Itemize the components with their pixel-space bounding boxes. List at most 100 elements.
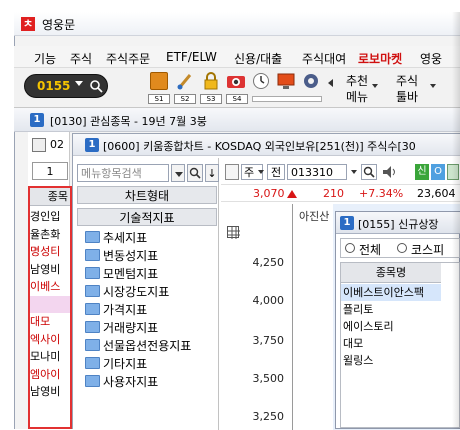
slot-label-s2[interactable]: S2 [174, 94, 196, 104]
slot-label-s4[interactable]: S4 [226, 94, 248, 104]
slot-track [252, 96, 322, 102]
trade-volume: 23,604 [417, 187, 456, 200]
menu-credit-loan[interactable]: 신용/대출 [234, 50, 282, 67]
camera-icon[interactable] [226, 72, 246, 90]
radio-kospi[interactable] [397, 243, 407, 253]
search-icon[interactable] [187, 164, 203, 182]
y-label-3750: 3,750 [252, 334, 285, 347]
chevron-down-icon[interactable] [75, 81, 83, 86]
menu-hero[interactable]: 영웅 [420, 50, 442, 67]
stock-toolbar-line1: 주식 [396, 74, 419, 88]
lock-icon[interactable] [202, 72, 220, 90]
tree-item-label: 변동성지표 [103, 249, 159, 263]
chevron-down-icon[interactable] [351, 170, 357, 174]
search-icon[interactable] [89, 79, 103, 93]
popup-row[interactable]: 대모 [341, 335, 441, 352]
popup-table: 종목명 이베스트이안스팩 플리토 에이스토리 대모 윌링스 [340, 262, 460, 428]
chevron-left-icon[interactable] [328, 79, 333, 87]
search-dropdown-button[interactable] [171, 164, 185, 182]
tree-item[interactable]: 추세지표 [77, 228, 217, 246]
watchlist-row[interactable]: 남영비 [30, 261, 70, 278]
folder-icon [85, 267, 100, 279]
stock-code-input[interactable]: 013310 [287, 164, 347, 180]
monitor-icon[interactable] [276, 72, 296, 90]
watchlist-row[interactable]: 엠아이 [30, 366, 70, 383]
tree-item[interactable]: 시장강도지표 [77, 282, 217, 300]
toolbar: 0155 S1 S2 S3 S4 추천 메뉴 주식 툴바 [14, 68, 460, 108]
tree-item[interactable]: 모멘텀지표 [77, 264, 217, 282]
menu-robo-market[interactable]: 로보마켓 [358, 50, 402, 67]
brush-icon[interactable] [176, 72, 194, 90]
popup-row[interactable]: 윌링스 [341, 352, 441, 369]
popup-row[interactable]: 이베스트이안스팩 [341, 284, 441, 301]
watchlist-group-number[interactable]: 1 [32, 162, 68, 180]
menu-function[interactable]: 기능 [34, 50, 56, 67]
radio-all-label: 전체 [359, 243, 382, 257]
popup-row[interactable]: 에이스토리 [341, 318, 441, 335]
menu-stock-order[interactable]: 주식주문 [106, 50, 150, 67]
stock-toolbar-button[interactable]: 주식 툴바 [390, 70, 438, 104]
code-combo[interactable]: 0155 [24, 74, 108, 98]
market-select[interactable]: 전 [267, 164, 285, 180]
folder-icon [85, 375, 100, 387]
radio-kospi-label: 코스피 [411, 243, 445, 257]
menu-stock[interactable]: 주식 [70, 50, 92, 67]
watchlist-row[interactable]: 율촌화 [30, 226, 70, 243]
sin-badge[interactable]: 신 [415, 164, 429, 180]
menu-etf-elw[interactable]: ETF/ELW [166, 50, 217, 64]
watchlist-header: 종목 [30, 188, 70, 206]
menu-stock-lending[interactable]: 주식대여 [302, 50, 346, 67]
technical-indicator-header[interactable]: 기술적지표 [77, 208, 217, 226]
price-row: 3,070 210 +7.34% 23,604 [221, 184, 460, 202]
popup-table-header: 종목명 [341, 263, 441, 283]
save-icon[interactable] [150, 72, 168, 90]
o-badge[interactable]: O [431, 164, 445, 180]
y-label-4250: 4,250 [252, 256, 285, 269]
slot-label-s3[interactable]: S3 [200, 94, 222, 104]
y-label-3250: 3,250 [252, 410, 285, 423]
watchlist-tab-icon[interactable] [32, 138, 46, 152]
tree-item[interactable]: 기타지표 [77, 354, 217, 372]
code-value: 0155 [37, 79, 71, 93]
tree-item-label: 추세지표 [103, 231, 148, 245]
y-label-3500: 3,500 [252, 372, 285, 385]
watchlist-row[interactable]: 명성티 [30, 243, 70, 260]
watchlist-row[interactable]: 남영비 [30, 383, 70, 400]
tree-item[interactable]: 선물옵션전용지표 [77, 336, 217, 354]
watchlist-row[interactable]: 대모 [30, 313, 70, 330]
recommend-menu-button[interactable]: 추천 메뉴 [338, 70, 378, 104]
watchlist-row[interactable]: 모나미 [30, 348, 70, 365]
tree-item-label: 기타지표 [103, 357, 148, 371]
popup-row[interactable]: 플리토 [341, 301, 441, 318]
speaker-icon[interactable] [381, 164, 399, 180]
popup-title: [0155] 신규상장 [358, 218, 439, 231]
window-shadow [452, 12, 460, 429]
tree-item[interactable]: 사용자지표 [77, 372, 217, 390]
chart-grid-icon[interactable] [225, 164, 239, 180]
chart-type-header[interactable]: 차트형태 [77, 186, 217, 204]
watchlist-row[interactable]: 엑사이 [30, 331, 70, 348]
menu-search-input[interactable]: 메뉴항목검색 [77, 164, 169, 182]
tree-item[interactable]: 거래량지표 [77, 318, 217, 336]
radio-all[interactable] [345, 243, 355, 253]
chevron-down-icon[interactable] [258, 170, 264, 174]
table-icon[interactable] [227, 226, 240, 239]
slot-label-s1[interactable]: S1 [148, 94, 170, 104]
search-icon[interactable] [361, 164, 377, 180]
y-axis: 4,250 4,000 3,750 3,500 3,250 [241, 204, 293, 430]
tree-item-label: 가격지표 [103, 303, 148, 317]
watchlist-window-titlebar: 1 [0130] 관심종목 - 19년 7월 3붕 [14, 108, 460, 132]
tree-item-label: 선물옵션전용지표 [103, 339, 192, 353]
app-title: 영웅문 [42, 18, 76, 32]
window-number-badge: 1 [30, 113, 44, 127]
watchlist-row[interactable] [30, 295, 70, 313]
watchlist-row[interactable]: 경인입 [30, 208, 70, 225]
watchlist-row[interactable]: 이베스 [30, 278, 70, 295]
gear-icon[interactable] [302, 72, 320, 90]
arrow-down-icon[interactable]: ↓ [205, 164, 219, 182]
current-price: 3,070 [253, 187, 285, 200]
tree-item[interactable]: 가격지표 [77, 300, 217, 318]
clock-icon[interactable] [252, 72, 270, 90]
period-value: 주 [244, 166, 255, 179]
tree-item[interactable]: 변동성지표 [77, 246, 217, 264]
